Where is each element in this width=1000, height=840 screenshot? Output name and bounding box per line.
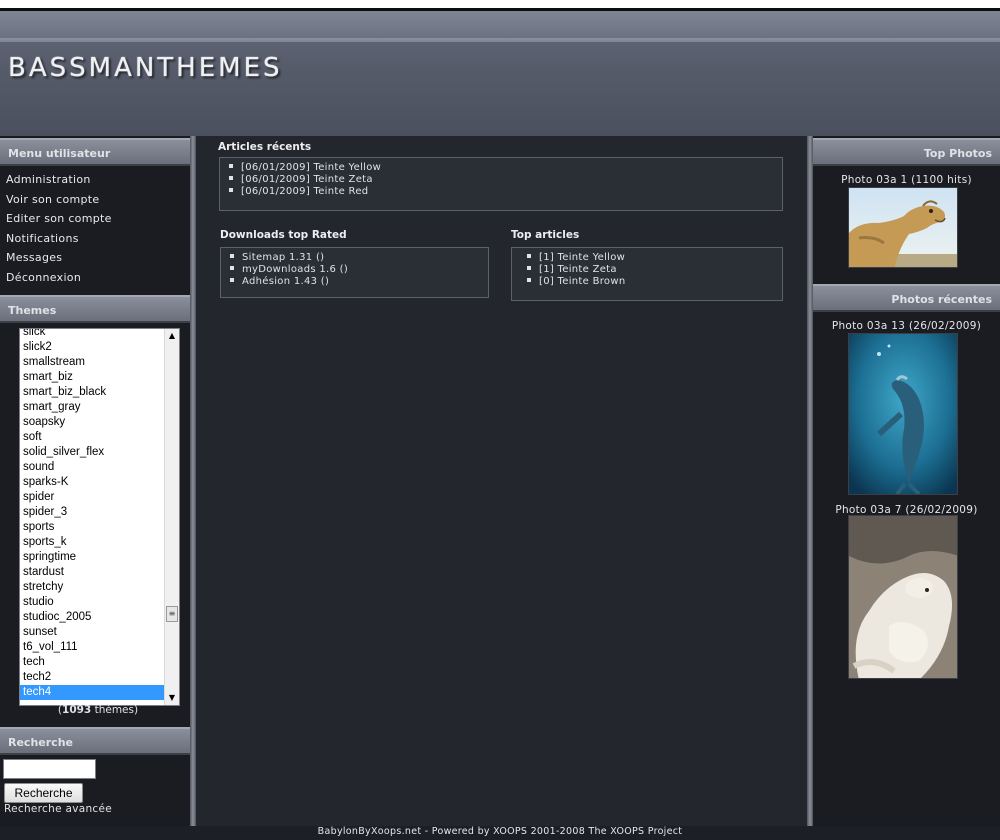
theme-option[interactable]: t6_vol_111 [20, 640, 165, 655]
theme-option[interactable]: sports [20, 520, 165, 535]
themes-count-number: 1093 [62, 704, 92, 716]
scroll-up-icon[interactable]: ▲ [165, 329, 179, 343]
top-article-link[interactable]: [0] Teinte Brown [539, 276, 625, 287]
theme-option[interactable]: tech2 [20, 670, 165, 685]
top-article-link[interactable]: [1] Teinte Zeta [539, 264, 617, 275]
theme-option[interactable]: soapsky [20, 415, 165, 430]
top-articles-box: [1] Teinte Yellow [1] Teinte Zeta [0] Te… [511, 247, 783, 301]
list-item[interactable]: [1] Teinte Zeta [512, 264, 782, 276]
theme-option[interactable]: smart_biz_black [20, 385, 165, 400]
themes-count: (1093 thèmes) [57, 704, 139, 716]
camel-image [849, 188, 957, 267]
recent-article-link[interactable]: [06/01/2009] Teinte Yellow [241, 162, 381, 173]
themes-scrollbar[interactable]: ▲ ≡ ▼ [164, 329, 179, 705]
list-item[interactable]: myDownloads 1.6 () [221, 264, 488, 276]
theme-option[interactable]: tech [20, 655, 165, 670]
theme-option[interactable]: smallstream [20, 355, 165, 370]
theme-option[interactable]: sound [20, 460, 165, 475]
dolphin-image [849, 334, 957, 494]
bullet-icon [230, 278, 234, 282]
theme-option[interactable]: studio [20, 595, 165, 610]
dolphin-photo[interactable] [848, 333, 958, 495]
menu-item-logout[interactable]: Déconnexion [0, 268, 190, 288]
theme-option[interactable]: solid_silver_flex [20, 445, 165, 460]
recent-articles-title: Articles récents [218, 141, 312, 153]
polar-bear-photo[interactable] [848, 515, 958, 679]
menu-item-administration[interactable]: Administration [0, 170, 190, 190]
right-sidebar: Top Photos Photo 03a 1 (1100 hits) Photo… [813, 136, 1000, 826]
list-item[interactable]: [1] Teinte Yellow [512, 252, 782, 264]
list-item[interactable]: [06/01/2009] Teinte Red [220, 186, 782, 198]
menu-item-edit-account[interactable]: Editer son compte [0, 209, 190, 229]
site-logo[interactable]: BASSMANTHEMES [8, 53, 283, 83]
bullet-icon [527, 278, 531, 282]
themes-options: slick slick2 smallstream smart_biz smart… [20, 329, 165, 700]
user-menu: Administration Voir son compte Editer so… [0, 166, 190, 287]
bullet-icon [527, 266, 531, 270]
polar-bear-image [849, 516, 957, 678]
search-title: Recherche [0, 727, 190, 755]
theme-option[interactable]: soft [20, 430, 165, 445]
bullet-icon [230, 266, 234, 270]
header: BASSMANTHEMES [0, 11, 1000, 136]
list-item[interactable]: [06/01/2009] Teinte Zeta [220, 174, 782, 186]
recent-article-link[interactable]: [06/01/2009] Teinte Zeta [241, 174, 373, 185]
themes-count-suffix: thèmes [94, 704, 134, 716]
scroll-down-icon[interactable]: ▼ [165, 691, 179, 705]
recent-article-link[interactable]: [06/01/2009] Teinte Red [241, 186, 368, 197]
list-item[interactable]: [0] Teinte Brown [512, 276, 782, 288]
theme-option[interactable]: stretchy [20, 580, 165, 595]
theme-option[interactable]: smart_gray [20, 400, 165, 415]
theme-option[interactable]: springtime [20, 550, 165, 565]
list-item[interactable]: Adhésion 1.43 () [221, 276, 488, 288]
theme-option[interactable]: spider [20, 490, 165, 505]
theme-option[interactable]: sparks-K [20, 475, 165, 490]
theme-option[interactable]: studioc_2005 [20, 610, 165, 625]
header-stripe [0, 38, 1000, 42]
user-menu-title: Menu utilisateur [0, 138, 190, 166]
theme-option[interactable]: smart_biz [20, 370, 165, 385]
recent-articles-box: [06/01/2009] Teinte Yellow [06/01/2009] … [219, 157, 783, 211]
bullet-icon [527, 254, 531, 258]
theme-option[interactable]: spider_3 [20, 505, 165, 520]
theme-option[interactable]: sports_k [20, 535, 165, 550]
downloads-title: Downloads top Rated [220, 229, 347, 241]
top-article-link[interactable]: [1] Teinte Yellow [539, 252, 625, 263]
download-link[interactable]: Adhésion 1.43 () [242, 276, 329, 287]
recent-photos-title: Photos récentes [813, 284, 1000, 312]
search-button[interactable]: Recherche [4, 783, 83, 803]
left-sidebar: Menu utilisateur Administration Voir son… [0, 136, 190, 826]
themes-listbox[interactable]: slick slick2 smallstream smart_biz smart… [19, 328, 180, 706]
theme-option[interactable]: sunset [20, 625, 165, 640]
bullet-icon [229, 176, 233, 180]
bullet-icon [230, 254, 234, 258]
top-articles-title: Top articles [511, 229, 580, 241]
theme-option[interactable]: slick2 [20, 340, 165, 355]
search-input[interactable] [3, 759, 96, 779]
themes-title: Themes [0, 295, 190, 323]
main-content: Articles récents [06/01/2009] Teinte Yel… [196, 136, 807, 826]
scroll-thumb[interactable]: ≡ [166, 606, 178, 622]
theme-option[interactable]: stardust [20, 565, 165, 580]
page: BASSMANTHEMES Menu utilisateur Administr… [0, 0, 1000, 840]
top-photos-title: Top Photos [813, 138, 1000, 166]
downloads-box: Sitemap 1.31 () myDownloads 1.6 () Adhés… [220, 247, 489, 298]
footer: BabylonByXoops.net - Powered by XOOPS 20… [0, 826, 1000, 840]
bullet-icon [229, 188, 233, 192]
top-photo-caption[interactable]: Photo 03a 1 (1100 hits) [813, 174, 1000, 186]
theme-option-selected[interactable]: tech4 [20, 685, 165, 700]
download-link[interactable]: myDownloads 1.6 () [242, 264, 348, 275]
recent-photo-1-caption[interactable]: Photo 03a 13 (26/02/2009) [813, 320, 1000, 332]
download-link[interactable]: Sitemap 1.31 () [242, 252, 324, 263]
camel-photo[interactable] [848, 187, 958, 268]
bullet-icon [229, 164, 233, 168]
top-white-bar [0, 0, 1000, 8]
menu-item-view-account[interactable]: Voir son compte [0, 190, 190, 210]
list-item[interactable]: Sitemap 1.31 () [221, 252, 488, 264]
menu-item-notifications[interactable]: Notifications [0, 229, 190, 249]
advanced-search-link[interactable]: Recherche avancée [4, 803, 112, 815]
menu-item-messages[interactable]: Messages [0, 248, 190, 268]
theme-option[interactable]: slick [20, 329, 165, 340]
list-item[interactable]: [06/01/2009] Teinte Yellow [220, 162, 782, 174]
